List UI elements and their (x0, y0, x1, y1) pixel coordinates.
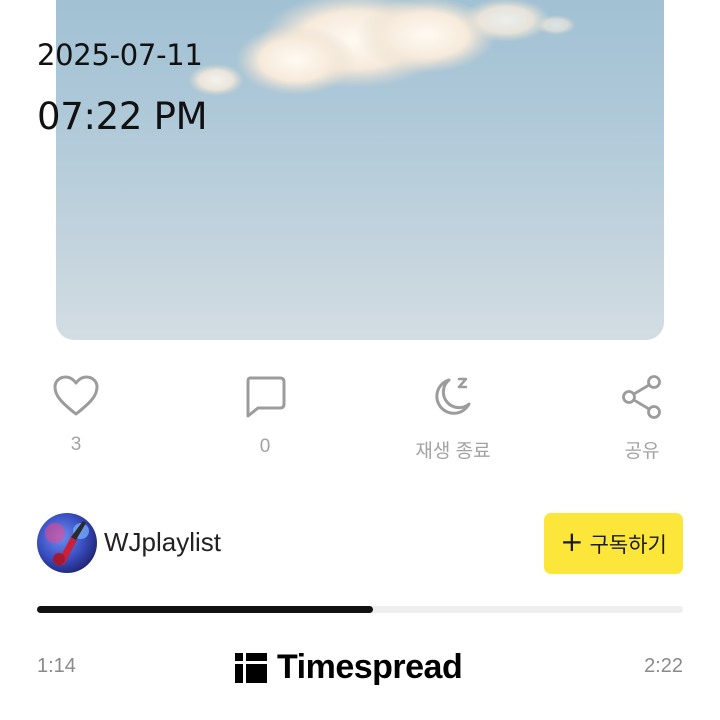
overlay-time: 07:22 PM (37, 95, 208, 138)
moon-zzz-icon (435, 377, 471, 415)
comment-button[interactable]: 0 (210, 374, 320, 458)
watermark-logo: Timespread (235, 648, 463, 687)
subscribe-button[interactable]: + 구독하기 (544, 513, 683, 574)
comment-count: 0 (259, 436, 271, 457)
sleep-timer-label: 재생 종료 (415, 441, 491, 462)
overlay-date: 2025-07-11 (37, 38, 203, 72)
heart-icon (53, 375, 99, 416)
total-time: 2:22 (644, 655, 683, 677)
channel-avatar[interactable] (37, 513, 97, 573)
like-count: 3 (70, 434, 82, 455)
channel-name[interactable]: WJplaylist (104, 527, 221, 558)
playback-progress-bar[interactable] (37, 606, 683, 613)
elapsed-time: 1:14 (37, 655, 76, 677)
timespread-logo-icon (235, 652, 267, 683)
share-icon (622, 375, 661, 419)
share-label: 공유 (624, 441, 660, 462)
plus-icon: + (560, 525, 584, 558)
subscribe-label: 구독하기 (589, 532, 667, 557)
sleep-timer-button[interactable]: 재생 종료 (398, 374, 508, 463)
watermark-text: Timespread (277, 648, 463, 686)
like-button[interactable]: 3 (21, 374, 131, 456)
speech-bubble-icon (246, 376, 286, 418)
playback-progress-fill (37, 606, 373, 613)
music-player-screen: 2025-07-11 07:22 PM 3 0 재생 종료 공유 WJplayl… (0, 0, 720, 720)
share-button[interactable]: 공유 (587, 374, 697, 463)
